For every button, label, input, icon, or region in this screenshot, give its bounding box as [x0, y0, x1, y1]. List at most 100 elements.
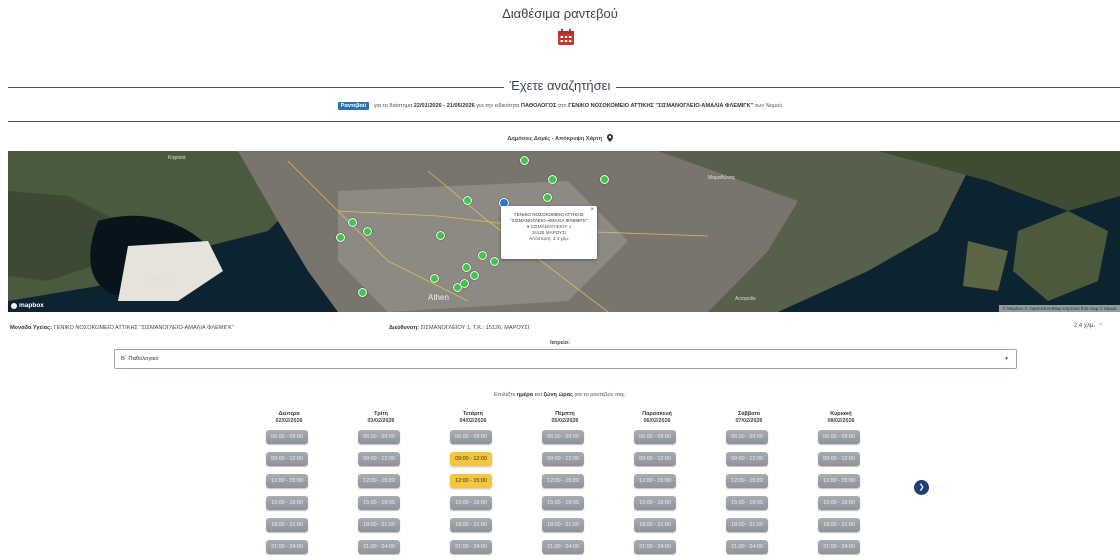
mapbox-logo: mapbox [11, 302, 44, 309]
map-marker[interactable] [548, 175, 557, 184]
time-slot-unavailable: 12:00 - 15:00 [634, 474, 676, 488]
map-marker[interactable] [490, 257, 499, 266]
map-attribution[interactable]: © Mapbox © OpenStreetMap Improve this ma… [999, 305, 1120, 312]
time-slot-unavailable: 09:00 - 12:00 [634, 452, 676, 466]
doctor-label: Ιατρείο: [550, 340, 570, 346]
day-name: Τετάρτη [463, 411, 483, 417]
search-summary: Ραντεβού για το διάστημα 22/01/2026 - 21… [0, 102, 1120, 110]
time-slot-unavailable: 18:00 - 21:00 [266, 518, 308, 532]
day-header: Παρασκευή 06/02/2026 [627, 411, 687, 424]
map-marker[interactable] [543, 193, 552, 202]
time-slot-available[interactable]: 09:00 - 12:00 [450, 452, 492, 466]
toggle-map-link[interactable]: Δημόσιες Δομές - Απόκρυψη Χάρτη [0, 134, 1120, 142]
time-slot-unavailable: 21:00 - 24:00 [358, 540, 400, 554]
time-slot-unavailable: 06:00 - 09:00 [726, 430, 768, 444]
map-marker[interactable] [436, 231, 445, 240]
time-slot-unavailable: 09:00 - 12:00 [266, 452, 308, 466]
address: Διεύθυνση: ΣΙΣΜΑΝΟΓΛΕΙΟΥ 1, Τ.Κ.: 15126,… [389, 325, 530, 331]
date-range: 22/01/2026 - 21/05/2026 [413, 103, 475, 109]
map-marker[interactable] [478, 251, 487, 260]
time-slot-unavailable: 12:00 - 15:00 [542, 474, 584, 488]
map[interactable]: Κηφισιά Μαραθώνας Σαλαμίνα Athen Acropol… [8, 151, 1120, 312]
day-header: Κυριακή 08/02/2026 [811, 411, 871, 424]
doctor-select[interactable]: Β΄ Παθολογικό ▼ [114, 349, 1017, 369]
day-header: Σάββατο 07/02/2026 [719, 411, 779, 424]
time-slot-unavailable: 09:00 - 12:00 [542, 452, 584, 466]
popup-close-button[interactable]: × [590, 207, 594, 213]
map-marker[interactable] [358, 288, 367, 297]
time-slot-unavailable: 21:00 - 24:00 [726, 540, 768, 554]
time-slot-unavailable: 18:00 - 21:00 [542, 518, 584, 532]
calendar-icon [558, 28, 574, 45]
map-marker[interactable] [336, 233, 345, 242]
time-slot-unavailable: 21:00 - 24:00 [266, 540, 308, 554]
time-slot-unavailable: 15:00 - 18:00 [634, 496, 676, 510]
time-slot-unavailable: 21:00 - 24:00 [450, 540, 492, 554]
chevron-up-icon: ^ [1099, 323, 1102, 329]
time-slot-unavailable: 06:00 - 09:00 [634, 430, 676, 444]
day-date: 03/02/2026 [367, 418, 395, 424]
map-marker[interactable] [430, 274, 439, 283]
map-marker[interactable] [348, 218, 357, 227]
time-slot-available[interactable]: 12:00 - 15:00 [450, 474, 492, 488]
time-slot-unavailable: 12:00 - 15:00 [266, 474, 308, 488]
day-date: 02/02/2026 [275, 418, 303, 424]
time-slot-unavailable: 18:00 - 21:00 [726, 518, 768, 532]
time-slot-unavailable: 12:00 - 15:00 [358, 474, 400, 488]
map-marker[interactable] [520, 156, 529, 165]
hospital-popup: × ΓΕΝΙΚΟ ΝΟΣΟΚΟΜΕΙΟ ΑΤΤΙΚΗΣ "ΣΙΣΜΑΝΟΓΛΕΙ… [501, 206, 597, 259]
map-label-marathon: Μαραθώνας [708, 175, 736, 181]
time-slot-unavailable: 09:00 - 12:00 [358, 452, 400, 466]
time-slot-unavailable: 15:00 - 18:00 [266, 496, 308, 510]
day-name: Τρίτη [374, 411, 388, 417]
map-marker[interactable] [462, 263, 471, 272]
time-slot-unavailable: 18:00 - 21:00 [634, 518, 676, 532]
day-name: Σάββατο [738, 411, 760, 417]
hospital-name: ΓΕΝΙΚΟ ΝΟΣΟΚΟΜΕΙΟ ΑΤΤΙΚΗΣ "ΣΙΣΜΑΝΟΓΛΕΙΟ-… [568, 103, 754, 109]
day-header: Τρίτη 03/02/2026 [351, 411, 411, 424]
time-slot-unavailable: 06:00 - 09:00 [818, 430, 860, 444]
map-label-athen: Athen [428, 293, 449, 302]
map-pin-icon [606, 134, 613, 142]
day-date: 06/02/2026 [643, 418, 671, 424]
next-week-button[interactable]: ❯ [914, 480, 929, 495]
map-label-acropolis: Acropolis [735, 296, 756, 302]
time-slot-unavailable: 15:00 - 18:00 [542, 496, 584, 510]
day-name: Κυριακή [830, 411, 852, 417]
map-label-kifisia: Κηφισιά [168, 155, 186, 161]
map-marker[interactable] [363, 227, 372, 236]
day-date: 05/02/2026 [551, 418, 579, 424]
map-label-salamina: Σαλαμίνα [148, 277, 169, 283]
time-slot-unavailable: 06:00 - 09:00 [358, 430, 400, 444]
map-marker[interactable] [463, 196, 472, 205]
time-slot-unavailable: 06:00 - 09:00 [542, 430, 584, 444]
summary-divider [8, 121, 1120, 122]
time-slot-unavailable: 12:00 - 15:00 [818, 474, 860, 488]
map-marker[interactable] [600, 175, 609, 184]
time-slot-unavailable: 21:00 - 24:00 [542, 540, 584, 554]
map-marker[interactable] [470, 271, 479, 280]
day-name: Δευτέρα [278, 411, 300, 417]
day-date: 04/02/2026 [459, 418, 487, 424]
distance-toggle[interactable]: 2.4 χλμ. ^ [1074, 323, 1102, 329]
time-slot-unavailable: 15:00 - 18:00 [450, 496, 492, 510]
specialty: ΠΑΘΟΛΟΓΟΣ [520, 103, 557, 109]
time-slot-unavailable: 15:00 - 18:00 [726, 496, 768, 510]
time-slot-unavailable: 18:00 - 21:00 [358, 518, 400, 532]
time-slot-unavailable: 15:00 - 18:00 [818, 496, 860, 510]
chevron-down-icon: ▼ [1004, 356, 1009, 362]
day-header: Πέμπτη 05/02/2026 [535, 411, 595, 424]
time-slot-unavailable: 06:00 - 09:00 [450, 430, 492, 444]
health-unit: Μονάδα Υγείας: ΓΕΝΙΚΟ ΝΟΣΟΚΟΜΕΙΟ ΑΤΤΙΚΗΣ… [10, 325, 234, 331]
time-slot-unavailable: 09:00 - 12:00 [818, 452, 860, 466]
time-slot-unavailable: 21:00 - 24:00 [818, 540, 860, 554]
day-header: Δευτέρα 02/02/2026 [259, 411, 319, 424]
day-date: 08/02/2026 [827, 418, 855, 424]
time-slot-unavailable: 18:00 - 21:00 [450, 518, 492, 532]
day-name: Πέμπτη [555, 411, 575, 417]
map-marker[interactable] [453, 283, 462, 292]
page-title: Διαθέσιμα ραντεβού [502, 6, 618, 21]
time-slot-unavailable: 15:00 - 18:00 [358, 496, 400, 510]
time-slot-unavailable: 12:00 - 15:00 [726, 474, 768, 488]
day-header: Τετάρτη 04/02/2026 [443, 411, 503, 424]
